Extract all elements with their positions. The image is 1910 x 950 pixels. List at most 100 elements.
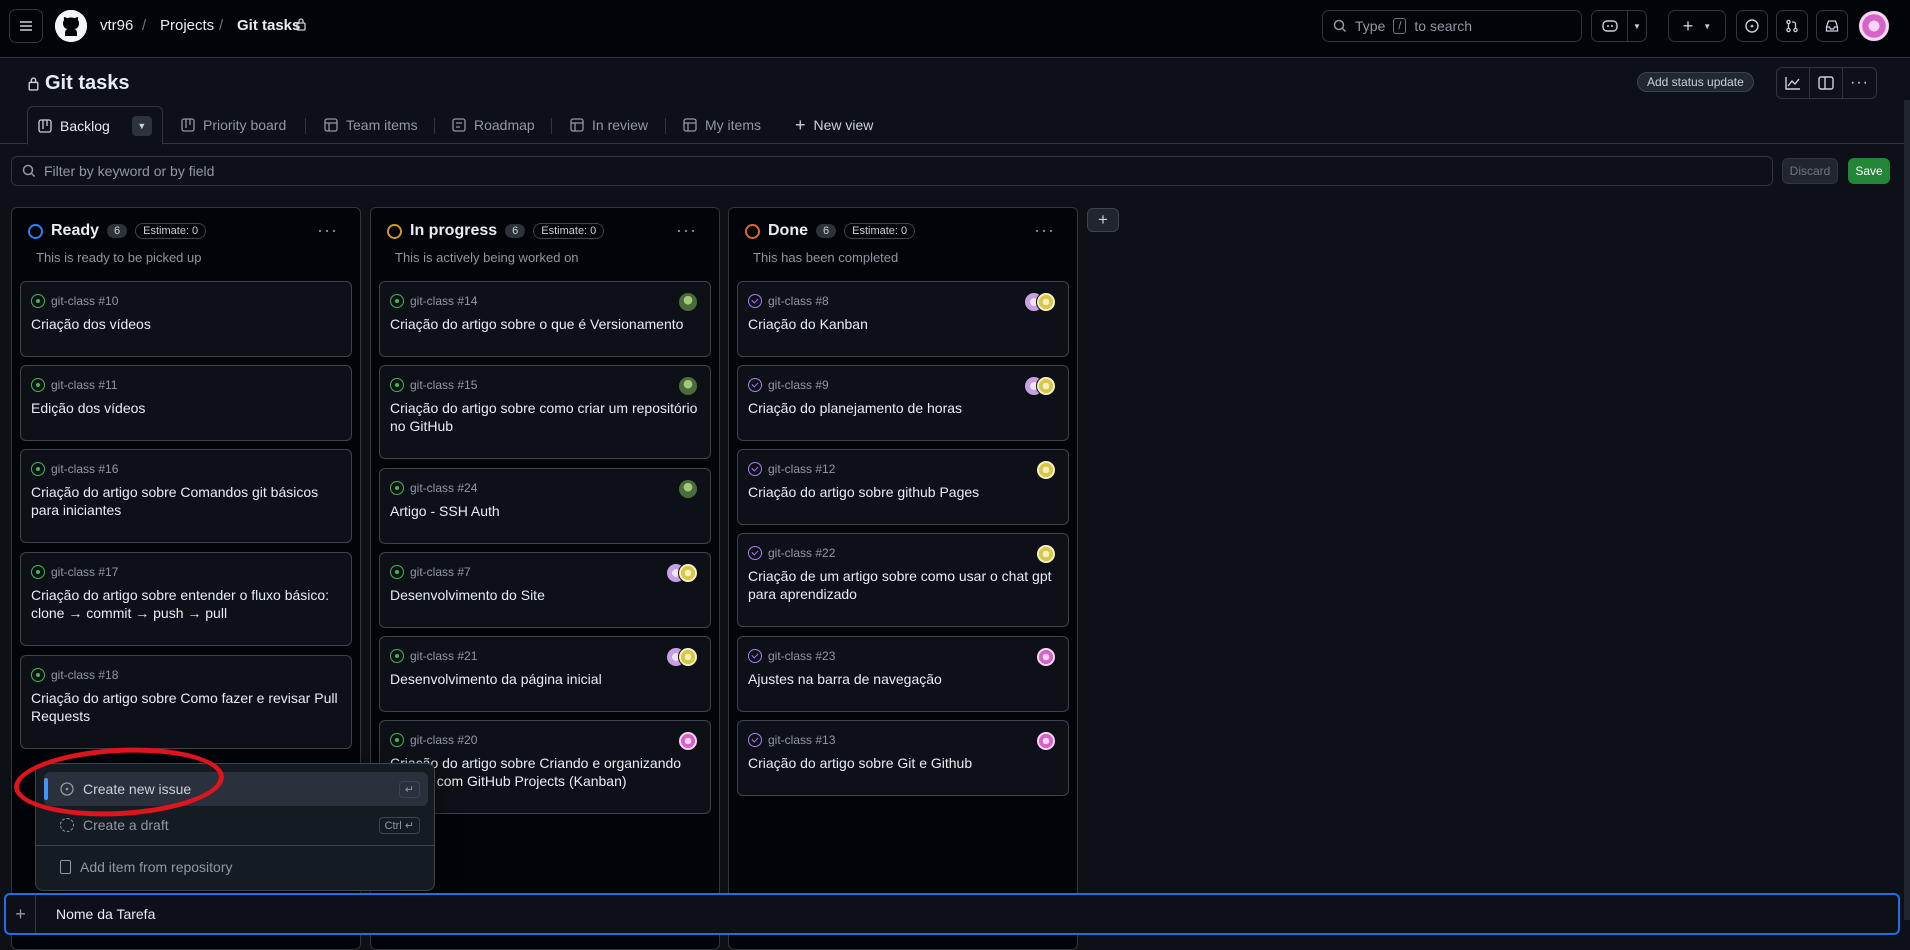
insights-icon[interactable] <box>1777 68 1810 98</box>
issue-title[interactable]: Criação do Kanban <box>748 315 1058 333</box>
lock-icon <box>28 76 39 91</box>
issue-card[interactable]: git-class #23 Ajustes na barra de navegaç… <box>737 636 1069 712</box>
board-icon <box>181 118 195 132</box>
avatar <box>1036 731 1056 751</box>
add-from-repository-option[interactable]: Add item from repository <box>44 850 428 884</box>
issue-card[interactable]: git-class #24 Artigo - SSH Auth <box>379 468 711 544</box>
open-issue-icon <box>390 294 404 308</box>
search-icon <box>22 164 36 178</box>
draft-icon <box>60 818 74 832</box>
issue-ref: git-class #8 <box>768 294 829 308</box>
issue-title[interactable]: Edição dos vídeos <box>31 399 341 417</box>
issue-card[interactable]: git-class #8 Criação do Kanban <box>737 281 1069 357</box>
tab-my-items[interactable]: My items <box>683 106 761 144</box>
more-options-icon[interactable]: ··· <box>1843 68 1876 98</box>
copilot-icon[interactable] <box>1592 11 1628 41</box>
avatar[interactable] <box>1858 10 1890 42</box>
issue-ref: git-class #15 <box>410 378 478 392</box>
menu-icon[interactable] <box>9 9 43 43</box>
issue-card[interactable]: git-class #7 Desenvolvimento do Site <box>379 552 711 628</box>
open-issue-icon <box>31 565 45 579</box>
column-header: In progress 6 Estimate: 0 <box>387 222 605 240</box>
tab-roadmap[interactable]: Roadmap <box>452 106 535 144</box>
issue-title[interactable]: Criação do artigo sobre github Pages <box>748 483 1058 501</box>
tab-priority-board[interactable]: Priority board <box>181 106 286 144</box>
tab-in-review[interactable]: In review <box>570 106 648 144</box>
issues-icon[interactable] <box>1736 10 1768 42</box>
issue-card[interactable]: git-class #16 Criação do artigo sobre Com… <box>20 449 352 543</box>
issue-ref: git-class #23 <box>768 649 836 663</box>
side-panel-icon[interactable] <box>1810 68 1843 98</box>
issue-title[interactable]: Desenvolvimento da página inicial <box>390 670 700 688</box>
issue-ref: git-class #13 <box>768 733 836 747</box>
tab-label: Priority board <box>203 117 287 133</box>
column-more-icon[interactable]: ··· <box>1034 220 1055 241</box>
breadcrumb-projects[interactable]: Projects <box>160 17 214 34</box>
column-more-icon[interactable]: ··· <box>317 220 338 241</box>
column-more-icon[interactable]: ··· <box>676 220 697 241</box>
scrollbar[interactable] <box>1904 100 1910 920</box>
column-header: Ready 6 Estimate: 0 <box>28 222 207 240</box>
breadcrumb-owner[interactable]: vtr96 <box>100 17 133 34</box>
issue-ref: git-class #10 <box>51 294 119 308</box>
issue-card[interactable]: git-class #18 Criação do artigo sobre Com… <box>20 655 352 749</box>
issue-ref: git-class #18 <box>51 668 119 682</box>
assignees <box>666 563 698 583</box>
issue-title[interactable]: Criação de um artigo sobre como usar o c… <box>748 567 1058 603</box>
plus-icon: + <box>795 114 806 135</box>
open-issue-icon <box>31 462 45 476</box>
issue-title[interactable]: Criação do artigo sobre como criar um re… <box>390 399 700 435</box>
issue-title[interactable]: Criação do artigo sobre entender o fluxo… <box>31 586 341 622</box>
issue-title[interactable]: Criação do artigo sobre Criando e organi… <box>390 754 700 790</box>
new-item-input[interactable] <box>56 906 656 922</box>
assignees <box>1036 460 1056 480</box>
issue-card[interactable]: git-class #21 Desenvolvimento da página i… <box>379 636 711 712</box>
avatar <box>1036 647 1056 667</box>
add-column-button[interactable]: + <box>1087 208 1119 232</box>
issue-card[interactable]: git-class #14 Criação do artigo sobre o q… <box>379 281 711 357</box>
issue-card[interactable]: git-class #17 Criação do artigo sobre ent… <box>20 552 352 646</box>
tab-backlog[interactable]: Backlog ▼ <box>27 106 163 145</box>
issue-title[interactable]: Criação do artigo sobre o que é Versiona… <box>390 315 700 333</box>
chevron-down-icon[interactable]: ▼ <box>131 115 152 136</box>
search-input[interactable]: Type / to search <box>1322 10 1582 42</box>
inbox-icon[interactable] <box>1816 10 1848 42</box>
filter-input[interactable]: Filter by keyword or by field <box>11 156 1773 186</box>
plus-icon[interactable]: + <box>6 895 36 933</box>
copilot-button[interactable]: ▼ <box>1591 10 1647 42</box>
project-title: Git tasks <box>45 72 130 94</box>
issue-title[interactable]: Desenvolvimento do Site <box>390 586 700 604</box>
tab-team-items[interactable]: Team items <box>324 106 418 144</box>
issue-card[interactable]: git-class #11 Edição dos vídeos <box>20 365 352 441</box>
breadcrumb-separator: / <box>219 17 224 34</box>
issue-card[interactable]: git-class #22 Criação de um artigo sobre … <box>737 533 1069 627</box>
issue-title[interactable]: Criação do artigo sobre Como fazer e rev… <box>31 689 341 725</box>
issue-card[interactable]: git-class #9 Criação do planejamento de h… <box>737 365 1069 441</box>
pull-requests-icon[interactable] <box>1776 10 1808 42</box>
chevron-down-icon[interactable]: ▼ <box>1628 11 1646 41</box>
breadcrumb-project[interactable]: Git tasks <box>237 17 300 34</box>
issue-title[interactable]: Criação do artigo sobre Comandos git bás… <box>31 483 341 519</box>
page-title: Git tasks <box>28 72 129 95</box>
table-icon <box>570 118 584 132</box>
save-button[interactable]: Save <box>1848 158 1890 184</box>
issue-card[interactable]: git-class #15 Criação do artigo sobre com… <box>379 365 711 459</box>
create-new-button[interactable]: + ▼ <box>1668 10 1726 42</box>
estimate-badge: Estimate: 0 <box>135 223 207 239</box>
issue-ref: git-class #16 <box>51 462 119 476</box>
issue-card[interactable]: git-class #10 Criação dos vídeos <box>20 281 352 357</box>
tab-new-view[interactable]: + New view <box>795 106 873 144</box>
issue-title[interactable]: Criação dos vídeos <box>31 315 341 333</box>
issue-card[interactable]: git-class #12 Criação do artigo sobre git… <box>737 449 1069 525</box>
issue-title[interactable]: Artigo - SSH Auth <box>390 502 700 520</box>
discard-button[interactable]: Discard <box>1782 158 1838 184</box>
column-2: Done 6 Estimate: 0 ··· This has been complet… <box>728 207 1078 950</box>
issue-title[interactable]: Criação do planejamento de horas <box>748 399 1058 417</box>
add-status-update-button[interactable]: Add status update <box>1637 72 1754 92</box>
github-logo-icon[interactable] <box>55 10 87 42</box>
issue-ref: git-class #7 <box>410 565 471 579</box>
issue-title[interactable]: Criação do artigo sobre Git e Github <box>748 754 1058 772</box>
search-icon <box>1333 19 1347 33</box>
issue-title[interactable]: Ajustes na barra de navegação <box>748 670 1058 688</box>
issue-card[interactable]: git-class #13 Criação do artigo sobre Git… <box>737 720 1069 796</box>
